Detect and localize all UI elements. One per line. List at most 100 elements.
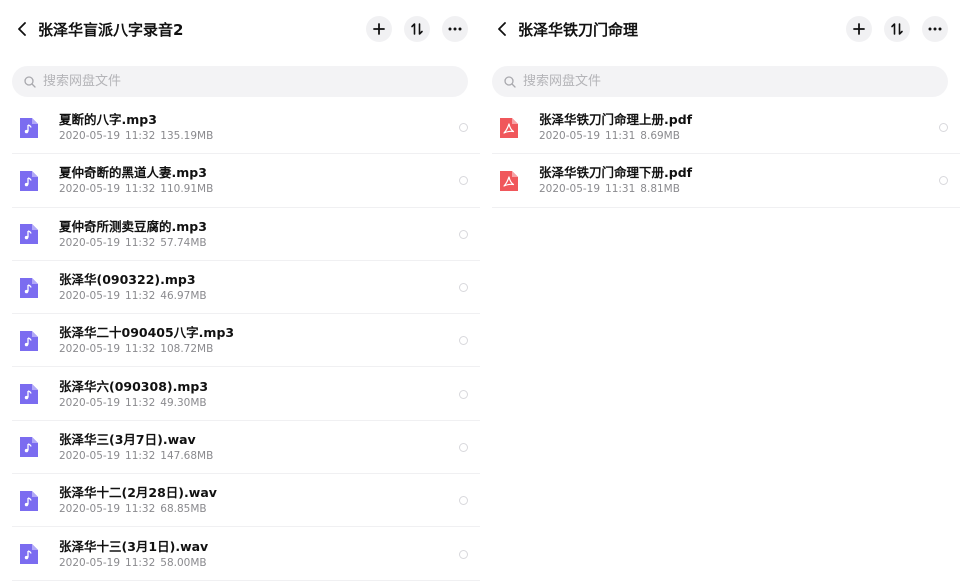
select-radio[interactable] bbox=[459, 389, 468, 399]
file-size: 135.19MB bbox=[160, 130, 214, 143]
file-date: 2020-05-19 bbox=[59, 556, 121, 569]
left-header: 张泽华盲派八字录音2 bbox=[0, 0, 480, 58]
file-row[interactable]: 张泽华铁刀门命理下册.pdf 2020-05-19 11:31 8.81MB bbox=[480, 154, 960, 208]
left-panel: 张泽华盲派八字录音2 夏断的八字.mp3 2020-05-19 11:32 135.… bbox=[0, 0, 480, 583]
select-radio[interactable] bbox=[459, 496, 468, 506]
file-time: 11:31 bbox=[605, 183, 636, 196]
file-meta: 2020-05-19 11:32 49.30MB bbox=[59, 396, 459, 410]
file-name: 张泽华铁刀门命理下册.pdf bbox=[539, 165, 693, 181]
pdf-file-icon bbox=[500, 117, 518, 138]
music-file-icon bbox=[20, 490, 38, 511]
file-name: 张泽华二十090405八字.mp3 bbox=[59, 325, 235, 341]
file-row[interactable]: 张泽华二十090405八字.mp3 2020-05-19 11:32 108.72M… bbox=[0, 314, 480, 368]
file-row[interactable]: 张泽华(090322).mp3 2020-05-19 11:32 46.97MB bbox=[0, 261, 480, 315]
sort-button[interactable] bbox=[404, 16, 430, 42]
file-meta: 2020-05-19 11:32 147.68MB bbox=[59, 449, 459, 463]
file-date: 2020-05-19 bbox=[59, 183, 121, 196]
file-name: 张泽华三(3月7日).wav bbox=[59, 431, 196, 447]
file-row[interactable]: 夏断的八字.mp3 2020-05-19 11:32 135.19MB bbox=[0, 101, 480, 155]
select-radio[interactable] bbox=[459, 549, 468, 559]
file-meta: 2020-05-19 11:32 57.74MB bbox=[59, 236, 459, 250]
more-icon bbox=[928, 27, 942, 31]
file-meta: 2020-05-19 11:32 135.19MB bbox=[59, 129, 459, 143]
more-button[interactable] bbox=[922, 16, 948, 42]
file-list: 张泽华铁刀门命理上册.pdf 2020-05-19 11:31 8.69MB 张泽华… bbox=[480, 101, 960, 208]
file-row[interactable]: 张泽华铁刀门命理上册.pdf 2020-05-19 11:31 8.69MB bbox=[480, 101, 960, 155]
add-button[interactable] bbox=[366, 16, 392, 42]
file-size: 147.68MB bbox=[160, 449, 214, 462]
file-size: 8.69MB bbox=[640, 130, 680, 143]
select-radio[interactable] bbox=[459, 283, 468, 293]
plus-icon bbox=[853, 23, 865, 35]
sort-button[interactable] bbox=[884, 16, 910, 42]
file-info: 夏断的八字.mp3 2020-05-19 11:32 135.19MB bbox=[59, 112, 459, 143]
select-radio[interactable] bbox=[459, 229, 468, 239]
select-radio[interactable] bbox=[459, 336, 468, 346]
search-input[interactable] bbox=[43, 74, 456, 89]
pdf-file-icon bbox=[500, 170, 518, 191]
file-row[interactable]: 张泽华十二(2月28日).wav 2020-05-19 11:32 68.85MB bbox=[0, 474, 480, 528]
screen: 张泽华盲派八字录音2 夏断的八字.mp3 2020-05-19 11:32 135.… bbox=[0, 0, 960, 583]
file-size: 110.91MB bbox=[160, 183, 214, 196]
file-date: 2020-05-19 bbox=[59, 449, 121, 462]
music-file-icon bbox=[20, 437, 38, 458]
file-time: 11:32 bbox=[125, 556, 156, 569]
file-date: 2020-05-19 bbox=[59, 130, 121, 143]
back-button[interactable] bbox=[494, 19, 510, 39]
search-bar[interactable] bbox=[492, 66, 948, 97]
file-date: 2020-05-19 bbox=[59, 343, 121, 356]
music-file-icon bbox=[20, 384, 38, 405]
more-icon bbox=[448, 27, 462, 31]
select-radio[interactable] bbox=[459, 123, 468, 133]
music-file-icon bbox=[20, 170, 38, 191]
file-meta: 2020-05-19 11:32 110.91MB bbox=[59, 182, 459, 196]
file-size: 58.00MB bbox=[160, 556, 207, 569]
file-time: 11:32 bbox=[125, 396, 156, 409]
file-row[interactable]: 张泽华十三(3月1日).wav 2020-05-19 11:32 58.00MB bbox=[0, 527, 480, 581]
search-bar[interactable] bbox=[12, 66, 468, 97]
file-time: 11:32 bbox=[125, 130, 156, 143]
file-time: 11:31 bbox=[605, 130, 636, 143]
file-info: 张泽华三(3月7日).wav 2020-05-19 11:32 147.68MB bbox=[59, 432, 459, 463]
file-date: 2020-05-19 bbox=[539, 183, 601, 196]
back-button[interactable] bbox=[14, 19, 30, 39]
file-row[interactable]: 夏仲奇所测卖豆腐的.mp3 2020-05-19 11:32 57.74MB bbox=[0, 208, 480, 262]
search-input[interactable] bbox=[523, 74, 936, 89]
file-row[interactable]: 张泽华三(3月7日).wav 2020-05-19 11:32 147.68MB bbox=[0, 421, 480, 475]
file-date: 2020-05-19 bbox=[59, 396, 121, 409]
file-row[interactable]: 张泽华六(090308).mp3 2020-05-19 11:32 49.30MB bbox=[0, 367, 480, 422]
file-size: 49.30MB bbox=[160, 396, 207, 409]
file-time: 11:32 bbox=[125, 343, 156, 356]
page-title: 张泽华盲派八字录音2 bbox=[38, 20, 184, 39]
file-time: 11:32 bbox=[125, 503, 156, 516]
search-icon bbox=[24, 75, 36, 88]
more-button[interactable] bbox=[442, 16, 468, 42]
file-info: 张泽华十三(3月1日).wav 2020-05-19 11:32 58.00MB bbox=[59, 539, 459, 570]
select-radio[interactable] bbox=[459, 442, 468, 452]
file-size: 46.97MB bbox=[160, 290, 207, 303]
file-time: 11:32 bbox=[125, 449, 156, 462]
plus-icon bbox=[373, 23, 385, 35]
add-button[interactable] bbox=[846, 16, 872, 42]
file-time: 11:32 bbox=[125, 183, 156, 196]
right-panel: 张泽华铁刀门命理 张泽华铁刀门命理上册.pdf 2020-05-19 11:31 8… bbox=[480, 0, 960, 583]
file-meta: 2020-05-19 11:31 8.69MB bbox=[539, 129, 939, 143]
file-name: 夏断的八字.mp3 bbox=[59, 112, 157, 128]
select-radio[interactable] bbox=[459, 176, 468, 186]
file-list: 夏断的八字.mp3 2020-05-19 11:32 135.19MB 夏仲奇断的黑… bbox=[0, 101, 480, 581]
file-info: 张泽华(090322).mp3 2020-05-19 11:32 46.97MB bbox=[59, 272, 459, 303]
right-header: 张泽华铁刀门命理 bbox=[480, 0, 960, 58]
page-title: 张泽华铁刀门命理 bbox=[518, 20, 639, 39]
sort-icon bbox=[411, 23, 423, 35]
file-name: 张泽华十二(2月28日).wav bbox=[59, 485, 217, 501]
select-radio[interactable] bbox=[939, 123, 948, 133]
file-size: 8.81MB bbox=[640, 183, 680, 196]
file-info: 张泽华铁刀门命理上册.pdf 2020-05-19 11:31 8.69MB bbox=[539, 112, 939, 143]
music-file-icon bbox=[20, 224, 38, 245]
file-info: 张泽华十二(2月28日).wav 2020-05-19 11:32 68.85MB bbox=[59, 485, 459, 516]
file-name: 夏仲奇断的黑道人妻.mp3 bbox=[59, 165, 207, 181]
select-radio[interactable] bbox=[939, 176, 948, 186]
chevron-left-icon bbox=[498, 22, 506, 36]
file-meta: 2020-05-19 11:32 68.85MB bbox=[59, 502, 459, 516]
file-row[interactable]: 夏仲奇断的黑道人妻.mp3 2020-05-19 11:32 110.91MB bbox=[0, 154, 480, 208]
